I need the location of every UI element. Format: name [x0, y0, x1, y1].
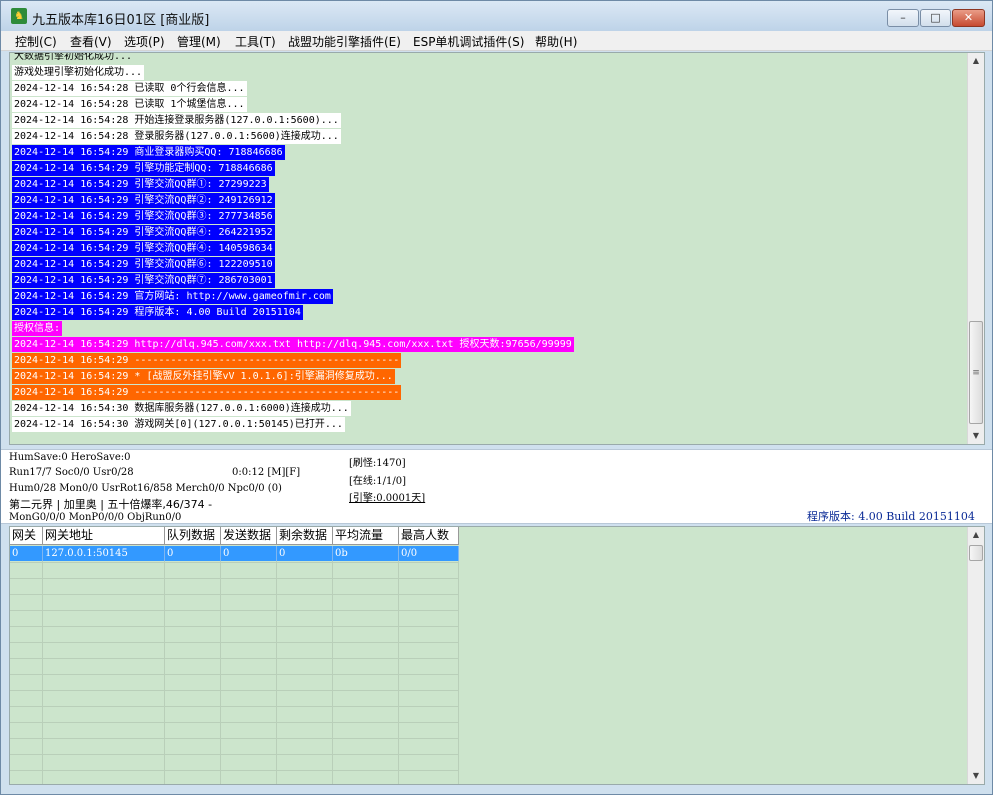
column-header[interactable]: 剩余数据: [277, 527, 333, 545]
grid-line: [10, 562, 459, 563]
grid-line: [10, 738, 459, 739]
menu-engine-plugin[interactable]: 战盟功能引擎插件(E): [288, 33, 401, 50]
window-title: 九五版本库16日01区 [商业版]: [32, 13, 210, 28]
maximize-button[interactable]: □: [920, 9, 951, 27]
table-cell[interactable]: 0: [10, 546, 43, 561]
log-line: 2024-12-14 16:54:30 游戏网关[0](127.0.0.1:50…: [12, 417, 345, 432]
table-cell[interactable]: 0/0: [399, 546, 459, 561]
game-app-icon: ♞: [11, 8, 27, 24]
column-header[interactable]: 平均流量: [333, 527, 399, 545]
main-window: ♞ 九五版本库16日01区 [商业版] – □ ✕ 控制(C) 查看(V) 选项…: [0, 0, 993, 795]
engine-days-link[interactable]: [引擎:0.0001天]: [349, 489, 425, 504]
log-line: 2024-12-14 16:54:28 已读取 1个城堡信息...: [12, 97, 247, 112]
log-panel[interactable]: 大数据引擎初始化成功... 游戏处理引擎初始化成功... 2024-12-14 16…: [9, 52, 985, 445]
grid-line: [276, 546, 277, 784]
grid-line: [10, 674, 459, 675]
table-cell[interactable]: 0: [221, 546, 277, 561]
scroll-up-arrow-icon[interactable]: ▲: [968, 527, 984, 543]
run-timer: 0:0:12 [M][F]: [232, 467, 301, 478]
menu-options[interactable]: 选项(P): [124, 33, 165, 50]
log-line: 大数据引擎初始化成功...: [14, 52, 133, 62]
log-line: 2024-12-14 16:54:29 引擎交流QQ群④: 264221952: [12, 225, 275, 240]
grid-line: [10, 594, 459, 595]
menu-control[interactable]: 控制(C): [15, 33, 57, 50]
log-line: 2024-12-14 16:54:29 官方网站: http://www.gam…: [12, 289, 333, 304]
zone-info: 第二元界 | 加里奥 | 五十倍爆率,46/374 -: [9, 498, 213, 511]
title-bar[interactable]: ♞ 九五版本库16日01区 [商业版] – □ ✕: [1, 1, 992, 31]
minimize-button[interactable]: –: [887, 9, 919, 27]
grid-line: [10, 722, 459, 723]
refresh-monster-stat: [刷怪:1470]: [349, 458, 406, 469]
hum-stat: Hum0/28 Mon0/0 UsrRot16/858 Merch0/0 Npc…: [9, 483, 282, 494]
mon-stat: MonG0/0/0 MonP0/0/0 ObjRun0/0: [9, 512, 182, 523]
log-line: 2024-12-14 16:54:29 引擎功能定制QQ: 718846686: [12, 161, 275, 176]
grid-line: [10, 770, 459, 771]
log-line: 2024-12-14 16:54:29 http://dlq.945.com/x…: [12, 337, 574, 352]
table-cell[interactable]: 0: [165, 546, 221, 561]
log-line: 游戏处理引擎初始化成功...: [12, 65, 145, 80]
menu-help[interactable]: 帮助(H): [535, 33, 577, 50]
column-header[interactable]: 最高人数: [399, 527, 459, 545]
grid-line: [10, 610, 459, 611]
grid-line: [332, 546, 333, 784]
grid-line: [458, 546, 459, 784]
log-line: 2024-12-14 16:54:29 --------------------…: [12, 353, 402, 368]
menu-view[interactable]: 查看(V): [70, 33, 112, 50]
close-button[interactable]: ✕: [952, 9, 985, 27]
gateway-table[interactable]: 网关 网关地址 队列数据 发送数据 剩余数据 平均流量 最高人数 0 127.0.0.1:50…: [9, 526, 985, 785]
log-line: 2024-12-14 16:54:29 程序版本: 4.00 Build 201…: [12, 305, 303, 320]
column-header[interactable]: 网关地址: [43, 527, 165, 545]
log-line: 2024-12-14 16:54:29 引擎交流QQ群①: 27299223: [12, 177, 269, 192]
scroll-thumb[interactable]: [969, 545, 983, 561]
log-line: 2024-12-14 16:54:29 引擎交流QQ群③: 277734856: [12, 209, 275, 224]
menu-tools[interactable]: 工具(T): [235, 33, 276, 50]
run-stat: Run17/7 Soc0/0 Usr0/28: [9, 467, 134, 478]
program-version: 程序版本: 4.00 Build 20151104: [807, 510, 975, 523]
log-line: 2024-12-14 16:54:29 引擎交流QQ群②: 249126912: [12, 193, 275, 208]
log-line: 2024-12-14 16:54:28 已读取 0个行会信息...: [12, 81, 247, 96]
menu-manage[interactable]: 管理(M): [177, 33, 221, 50]
column-header[interactable]: 发送数据: [221, 527, 277, 545]
log-line: 2024-12-14 16:54:29 引擎交流QQ群⑥: 122209510: [12, 257, 275, 272]
scroll-down-arrow-icon[interactable]: ▼: [968, 428, 984, 444]
grid-line: [42, 546, 43, 784]
menu-esp-debug-plugin[interactable]: ESP单机调试插件(S): [413, 33, 524, 50]
table-cell[interactable]: 0: [277, 546, 333, 561]
menu-bar: 控制(C) 查看(V) 选项(P) 管理(M) 工具(T) 战盟功能引擎插件(E…: [1, 31, 992, 51]
log-line: 2024-12-14 16:54:29 引擎交流QQ群④: 140598634: [12, 241, 275, 256]
table-scrollbar[interactable]: ▲ ▼: [967, 527, 984, 784]
log-line: 2024-12-14 16:54:28 登录服务器(127.0.0.1:5600…: [12, 129, 341, 144]
column-header[interactable]: 队列数据: [165, 527, 221, 545]
scroll-up-arrow-icon[interactable]: ▲: [968, 53, 984, 69]
grid-line: [398, 546, 399, 784]
log-scrollbar[interactable]: ▲ ≡ ▼: [967, 53, 984, 444]
scroll-down-arrow-icon[interactable]: ▼: [968, 768, 984, 784]
log-line: 2024-12-14 16:54:29 * [战盟反外挂引擎vV 1.0.1.6…: [12, 369, 395, 384]
table-cell[interactable]: 127.0.0.1:50145: [43, 546, 165, 561]
grid-line: [10, 578, 459, 579]
log-line: 2024-12-14 16:54:29 --------------------…: [12, 385, 402, 400]
grid-line: [164, 546, 165, 784]
grid-line: [10, 626, 459, 627]
hum-save-stat: HumSave:0 HeroSave:0: [9, 452, 131, 463]
grid-line: [10, 706, 459, 707]
grid-line: [10, 658, 459, 659]
grid-line: [10, 642, 459, 643]
online-stat: [在线:1/1/0]: [349, 476, 406, 487]
status-panel: HumSave:0 HeroSave:0 Run17/7 Soc0/0 Usr0…: [1, 449, 992, 524]
grid-line: [220, 546, 221, 784]
grid-line: [10, 754, 459, 755]
log-line: 2024-12-14 16:54:28 开始连接登录服务器(127.0.0.1:…: [12, 113, 341, 128]
column-header[interactable]: 网关: [10, 527, 43, 545]
log-line: 2024-12-14 16:54:29 引擎交流QQ群⑦: 286703001: [12, 273, 275, 288]
table-cell[interactable]: 0b: [333, 546, 399, 561]
log-line: 2024-12-14 16:54:30 数据库服务器(127.0.0.1:600…: [12, 401, 351, 416]
scroll-thumb[interactable]: ≡: [969, 321, 983, 424]
log-line: 2024-12-14 16:54:29 商业登录器购买QQ: 718846686: [12, 145, 285, 160]
log-line: 授权信息:: [12, 321, 63, 336]
grid-line: [10, 690, 459, 691]
